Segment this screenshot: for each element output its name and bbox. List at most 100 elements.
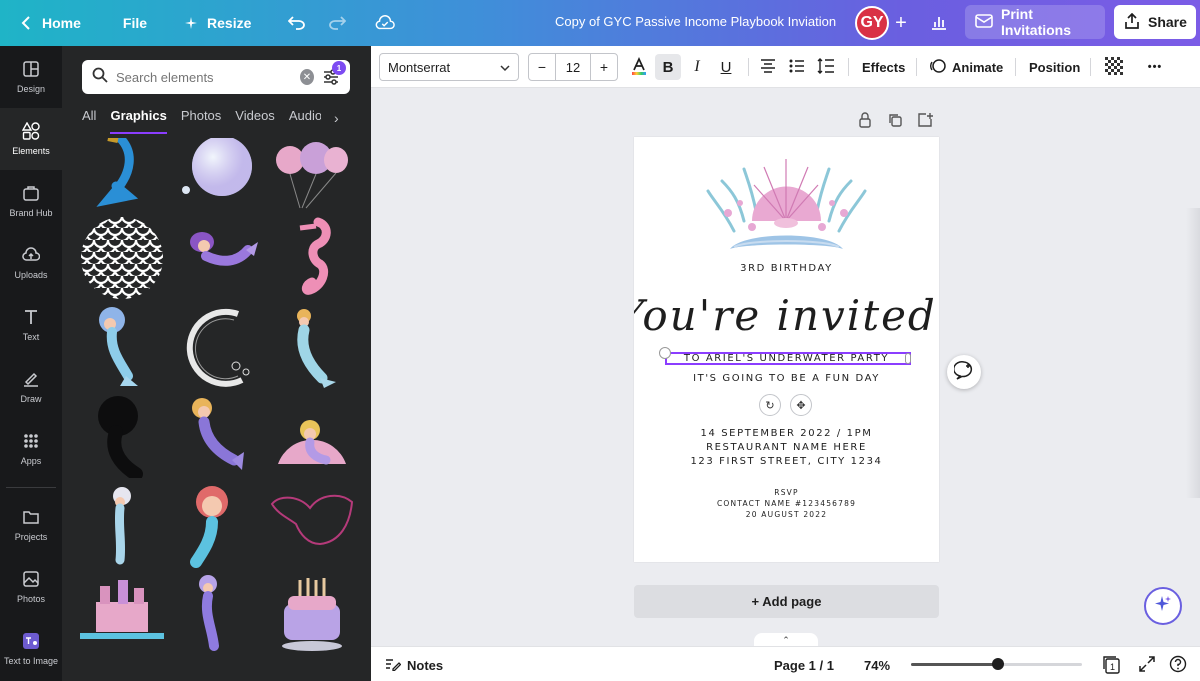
tab-graphics[interactable]: Graphics [110,108,168,134]
graphic-mermaid-lavender[interactable] [178,574,262,658]
insights-button[interactable] [924,8,954,38]
document-title[interactable]: Copy of GYC Passive Income Playbook Invi… [555,14,836,29]
rail-item-projects[interactable]: Projects [0,494,62,556]
print-invitations-button[interactable]: Print Invitations [965,5,1105,39]
add-page-button[interactable]: + Add page [634,585,939,618]
tab-videos[interactable]: Videos [235,108,275,134]
tab-audio[interactable]: Audio [289,108,321,134]
save-status-button[interactable] [365,0,405,46]
graphic-mermaid-lying[interactable] [178,216,262,300]
graphic-moon-frame[interactable] [178,306,262,390]
graphic-cake[interactable] [270,574,354,658]
tab-all[interactable]: All [82,108,96,134]
print-label: Print Invitations [1001,6,1072,38]
rail-item-text[interactable]: Text [0,294,62,356]
graphic-mermaid-blue-hair[interactable] [80,306,164,390]
zoom-slider[interactable] [911,658,1082,670]
decrease-size-button[interactable]: − [529,54,555,80]
lock-icon[interactable] [857,112,873,133]
page-indicator[interactable]: Page 1 / 1 [774,658,834,673]
show-pages-button[interactable]: ⌃ [754,633,818,647]
graphic-mermaid-tail[interactable] [80,138,164,222]
expand-icon [1139,655,1155,675]
underline-button[interactable]: U [713,54,739,80]
font-size-value[interactable]: 12 [555,54,591,80]
birthday-heading[interactable]: 3RD BIRTHDAY [634,263,939,274]
seashell-crown-graphic[interactable] [704,151,869,261]
more-options-button[interactable]: ••• [1142,54,1168,80]
venue-line[interactable]: RESTAURANT NAME HERE [634,442,939,453]
rotate-button[interactable]: ↻ [759,394,781,416]
file-menu[interactable]: File [113,0,157,46]
font-family-select[interactable]: Montserrat [379,53,519,81]
graphic-scale-pattern[interactable] [80,216,164,300]
graphic-seahorse[interactable] [270,216,354,300]
zoom-slider-handle[interactable] [992,658,1004,670]
address-line[interactable]: 123 FIRST STREET, CITY 1234 [634,456,939,467]
invited-script-text[interactable]: You're invited! [616,280,953,350]
graphic-mermaid-shell[interactable] [270,394,354,478]
graphic-mermaid-teal[interactable] [270,306,354,390]
rsvp-date-line[interactable]: 20 AUGUST 2022 [634,510,939,519]
graphic-castle[interactable] [80,574,164,658]
invite-collaborator-button[interactable]: + [888,10,914,36]
graphic-bubble[interactable] [178,138,262,222]
zoom-level[interactable]: 74% [864,658,890,673]
animate-button[interactable]: Animate [930,54,1003,80]
search-input[interactable] [116,69,292,85]
rail-label: Photos [16,594,46,604]
transparency-button[interactable] [1101,54,1127,80]
fun-day-line[interactable]: IT'S GOING TO BE A FUN DAY [634,373,939,384]
rail-item-text-to-image[interactable]: Text to Image [0,618,62,680]
duplicate-icon[interactable] [887,112,903,133]
graphic-shell-balloons[interactable] [270,138,354,222]
help-button[interactable] [1168,655,1188,675]
rail-item-apps[interactable]: Apps [0,418,62,480]
redo-button[interactable] [317,0,357,46]
add-page-icon[interactable] [917,112,933,133]
home-button[interactable]: Home [0,0,91,46]
rsvp-label[interactable]: RSVP [634,488,939,497]
graphic-mermaid-white-hair[interactable] [80,484,164,568]
italic-button[interactable]: I [684,54,710,80]
filter-button[interactable]: 1 [322,61,346,86]
clear-search-icon[interactable]: ✕ [300,69,314,85]
design-canvas: 3RD BIRTHDAY You're invited! TO ARIEL'S … [371,88,1200,647]
increase-size-button[interactable]: + [591,54,617,80]
graphic-tail-outline[interactable] [270,484,354,568]
resize-button[interactable]: Resize [171,0,261,46]
party-line[interactable]: TO ARIEL'S UNDERWATER PARTY [634,353,939,364]
add-comment-button[interactable] [947,355,981,389]
rail-item-photos[interactable]: Photos [0,556,62,618]
list-button[interactable] [784,54,810,80]
rail-item-design[interactable]: Design [0,46,62,108]
spacing-button[interactable] [813,54,839,80]
bold-button[interactable]: B [655,54,681,80]
graphic-mermaid-silhouette[interactable] [80,394,164,481]
graphic-mermaid-purple[interactable] [178,394,262,478]
undo-button[interactable] [277,0,317,46]
share-button[interactable]: Share [1114,5,1196,39]
text-color-button[interactable] [626,54,652,80]
invitation-page[interactable]: 3RD BIRTHDAY You're invited! TO ARIEL'S … [616,137,954,562]
page-count-button[interactable]: 1 [1102,655,1122,675]
effects-button[interactable]: Effects [862,54,905,80]
panel-tabs: All Graphics Photos Videos Audio [82,108,321,134]
transparency-checker-icon [1105,56,1123,78]
magic-assistant-button[interactable] [1144,587,1182,625]
date-line[interactable]: 14 SEPTEMBER 2022 / 1PM [634,428,939,439]
notes-button[interactable]: Notes [385,657,443,674]
rail-item-elements[interactable]: Elements [0,108,62,170]
rail-item-uploads[interactable]: Uploads [0,232,62,294]
contact-line[interactable]: CONTACT NAME #123456789 [634,499,939,508]
rail-item-draw[interactable]: Draw [0,356,62,418]
align-button[interactable] [755,54,781,80]
tab-photos[interactable]: Photos [181,108,221,134]
rail-item-brand-hub[interactable]: Brand Hub [0,170,62,232]
move-button[interactable]: ✥ [790,394,812,416]
fullscreen-button[interactable] [1137,655,1157,675]
position-button[interactable]: Position [1029,54,1080,80]
graphic-mermaid-red-hair[interactable] [178,484,262,568]
tabs-scroll-right-icon[interactable]: › [334,110,339,126]
user-avatar[interactable]: GY [855,6,889,40]
